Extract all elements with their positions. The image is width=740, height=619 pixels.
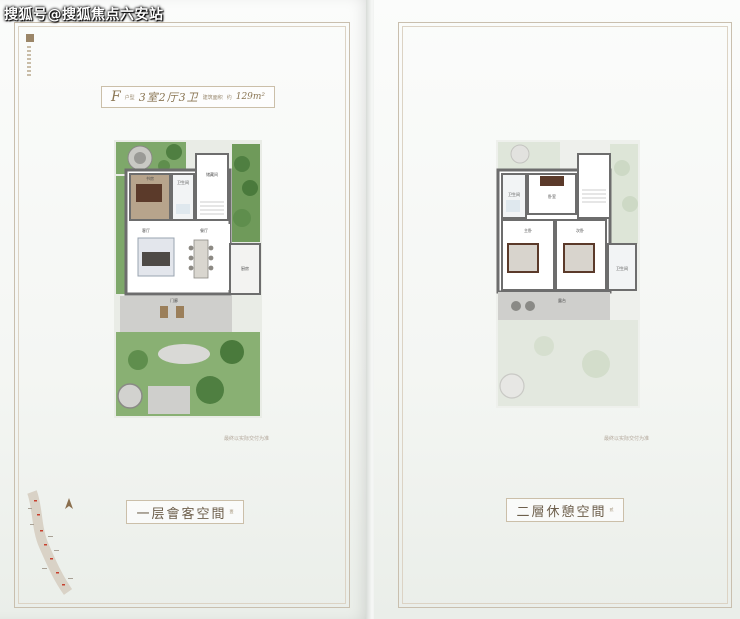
- left-space-label: 一层會客空間 壹: [126, 500, 244, 524]
- right-page: 卫生间 卧室 主卧 次卧 卫生间 露台 最终以实际交付为准 二層休憩空間 贰: [374, 0, 740, 619]
- master-label: 主卧: [524, 227, 532, 233]
- desk-icon: [540, 176, 564, 186]
- left-page: F 户型 3室2厅3卫 建筑面积 约 129m² 书房 卫生间 储藏间 客厅 餐…: [0, 0, 370, 619]
- bathtub-icon: [176, 204, 190, 214]
- stair-core: [577, 153, 611, 219]
- bathtub-icon: [506, 200, 520, 212]
- terrace-label: 露台: [558, 297, 566, 303]
- paved-patio: [148, 386, 190, 414]
- tree-icon: [196, 376, 224, 404]
- pavilion-core: [134, 152, 146, 164]
- tree-icon: [166, 144, 182, 160]
- unit-layout: 3室2厅3卫: [138, 91, 199, 104]
- dining-label: 餐厅: [200, 227, 208, 233]
- right-plan-caption: 最终以实际交付为准: [604, 436, 650, 442]
- area-label: 建筑面积: [202, 94, 223, 101]
- upper-floor-plan: 卫生间 卧室 主卧 次卧 卫生间 露台: [496, 140, 640, 408]
- left-space-label-text: 一层會客空間: [136, 506, 227, 522]
- site-location-map: [27, 490, 73, 595]
- tree-icon: [233, 209, 251, 227]
- master-bed: [507, 243, 539, 273]
- right-space-label-text: 二層休憩空間: [516, 504, 607, 520]
- kitchen-label: 厨房: [241, 265, 249, 271]
- dining-table: [193, 239, 209, 279]
- round-terrace-icon: [117, 383, 143, 409]
- bedroom3-label: 卧室: [548, 193, 556, 199]
- area-prefix: 约: [226, 94, 232, 101]
- unit-type: F: [110, 89, 121, 105]
- unit-type-sub: 户型: [124, 94, 135, 101]
- bedroom2-bed: [563, 243, 595, 273]
- tree-icon: [220, 340, 244, 364]
- area-value: 129m²: [235, 92, 266, 102]
- right-space-label-sub: 贰: [609, 507, 614, 512]
- bedroom2-label: 次卧: [576, 227, 584, 233]
- faded-side-garden: [610, 144, 638, 244]
- living-label: 客厅: [142, 227, 150, 233]
- left-plan-caption: 最终以实际交付为准: [224, 436, 270, 442]
- bath-left-label: 卫生间: [508, 191, 520, 197]
- left-space-label-sub: 壹: [229, 509, 234, 514]
- north-arrow-icon: [65, 498, 73, 509]
- study-desk: [136, 184, 162, 202]
- stone-path: [158, 344, 210, 364]
- right-space-label: 二層休憩空間 贰: [506, 498, 624, 522]
- brand-vertical-text: [27, 46, 31, 76]
- tree-icon: [234, 156, 250, 172]
- tree-icon: [242, 180, 258, 196]
- entry-label: 门廊: [170, 297, 178, 303]
- storage-label: 储藏间: [206, 171, 218, 177]
- sofa-icon: [142, 252, 170, 266]
- unit-title-box: F 户型 3室2厅3卫 建筑面积 约 129m²: [101, 86, 275, 108]
- tree-icon: [128, 350, 148, 370]
- watermark-text: 搜狐号@搜狐焦点六安站: [4, 7, 164, 23]
- bath-label: 卫生间: [177, 179, 189, 185]
- study-label: 书房: [146, 175, 154, 181]
- ground-floor-plan: 书房 卫生间 储藏间 客厅 餐厅 厨房 门廊: [114, 140, 262, 418]
- bath-right-label: 卫生间: [616, 265, 628, 271]
- brand-logo: [26, 34, 34, 42]
